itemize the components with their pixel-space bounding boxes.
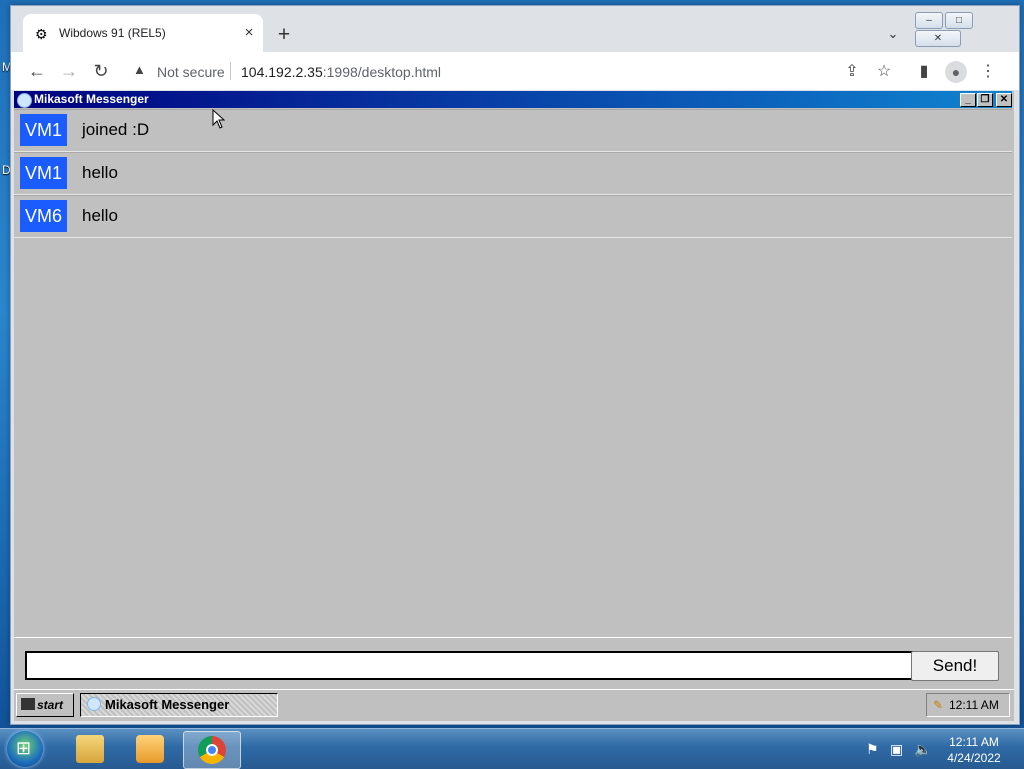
- send-button[interactable]: Send!: [911, 651, 999, 681]
- browser-window: ⚙ Wibdows 91 (REL5) × + ⌄ – □✕ ← → ↻ ▲ No…: [10, 5, 1020, 725]
- windows-taskbar: ⊞ ⚑ ▣ 🔈 12:11 AM 4/24/2022: [0, 728, 1024, 769]
- explorer-icon: [76, 735, 104, 763]
- browser-tab[interactable]: ⚙ Wibdows 91 (REL5) ×: [23, 14, 263, 52]
- windows-logo-icon: ⊞: [16, 738, 32, 758]
- sender-badge: VM1: [20, 114, 67, 146]
- messenger-icon: [17, 93, 32, 108]
- taskbar-item-messenger[interactable]: Mikasoft Messenger: [80, 693, 278, 717]
- menu-icon[interactable]: ⋮: [977, 61, 999, 83]
- share-icon[interactable]: ⇪: [841, 61, 863, 83]
- message-text: joined :D: [82, 120, 150, 139]
- back-button[interactable]: ←: [23, 57, 51, 85]
- clock-time: 12:11 AM: [949, 735, 999, 749]
- messenger-icon: [87, 697, 101, 711]
- star-icon[interactable]: ☆: [873, 61, 895, 83]
- messenger-restore-button[interactable]: ❐: [977, 93, 993, 107]
- wibdows-taskbar: start Mikasoft Messenger ✎ 12:11 AM: [14, 689, 1014, 720]
- tray-pin-icon[interactable]: ✎: [933, 694, 945, 716]
- window-controls: – □✕: [915, 12, 1019, 47]
- omnibox-divider: [230, 62, 231, 80]
- minimize-button[interactable]: –: [915, 12, 943, 29]
- forward-button[interactable]: →: [55, 57, 83, 85]
- message-text: hello: [82, 206, 118, 225]
- tab-title: Wibdows 91 (REL5): [59, 26, 166, 40]
- messenger-titlebar[interactable]: Mikasoft Messenger _ ❐ ✕: [14, 91, 1012, 108]
- url-path: :1998/desktop.html: [322, 64, 442, 80]
- media-player-icon: [136, 735, 164, 763]
- profile-icon[interactable]: ●: [945, 61, 967, 83]
- chrome-icon: [198, 736, 226, 764]
- start-label: start: [37, 698, 64, 712]
- messenger-minimize-button[interactable]: _: [960, 93, 976, 107]
- taskbar-item-label: Mikasoft Messenger: [105, 697, 230, 712]
- warning-icon[interactable]: ▲: [133, 62, 146, 77]
- sender-badge: VM1: [20, 157, 67, 189]
- message-list: VM1 joined :D VM1 hello VM6 hello: [14, 109, 1012, 238]
- tab-strip: ⚙ Wibdows 91 (REL5) × + ⌄ – □✕: [11, 6, 1019, 52]
- tab-close-icon[interactable]: ×: [239, 23, 259, 43]
- clock-date: 4/24/2022: [947, 751, 1001, 765]
- page-content: Mikasoft Messenger _ ❐ ✕ VM1 joined :D V…: [14, 91, 1014, 721]
- volume-icon[interactable]: 🔈: [914, 741, 931, 758]
- wibdows-tray: ✎ 12:11 AM: [926, 693, 1010, 717]
- action-center-icon[interactable]: ⚑: [866, 741, 879, 758]
- wibdows-clock: 12:11 AM: [949, 698, 999, 712]
- list-item: VM1 joined :D: [14, 109, 1012, 152]
- url-host: 104.192.2.35: [241, 64, 323, 80]
- tab-search-icon[interactable]: ⌄: [883, 26, 903, 46]
- start-logo-icon: [21, 698, 35, 710]
- windows-start-button[interactable]: ⊞: [7, 731, 43, 767]
- sidepanel-icon[interactable]: ▮: [913, 61, 935, 83]
- taskbar-chrome[interactable]: [183, 731, 241, 769]
- list-item: VM6 hello: [14, 195, 1012, 238]
- mouse-cursor-icon: [212, 109, 226, 129]
- new-tab-button[interactable]: +: [273, 24, 295, 46]
- messenger-title: Mikasoft Messenger: [34, 92, 149, 106]
- compose-bar: Send!: [14, 637, 1012, 686]
- system-clock[interactable]: 12:11 AM 4/24/2022: [936, 734, 1012, 766]
- close-window-button[interactable]: ✕: [915, 30, 961, 47]
- message-text: hello: [82, 163, 118, 182]
- message-input[interactable]: [25, 651, 913, 680]
- favicon-icon: ⚙: [35, 26, 48, 42]
- list-item: VM1 hello: [14, 152, 1012, 195]
- taskbar-media-player[interactable]: [122, 731, 178, 767]
- messenger-window: Mikasoft Messenger _ ❐ ✕ VM1 joined :D V…: [14, 91, 1014, 685]
- address-bar[interactable]: 104.192.2.35:1998/desktop.html: [241, 64, 441, 80]
- reload-button[interactable]: ↻: [87, 57, 115, 85]
- browser-toolbar: ← → ↻ ▲ Not secure 104.192.2.35:1998/des…: [11, 52, 1019, 90]
- security-label[interactable]: Not secure: [157, 64, 225, 80]
- sender-badge: VM6: [20, 200, 67, 232]
- network-icon[interactable]: ▣: [890, 741, 903, 758]
- maximize-button[interactable]: □: [945, 12, 973, 29]
- messenger-close-button[interactable]: ✕: [996, 93, 1012, 107]
- taskbar-explorer[interactable]: [62, 731, 118, 767]
- start-button[interactable]: start: [16, 693, 74, 717]
